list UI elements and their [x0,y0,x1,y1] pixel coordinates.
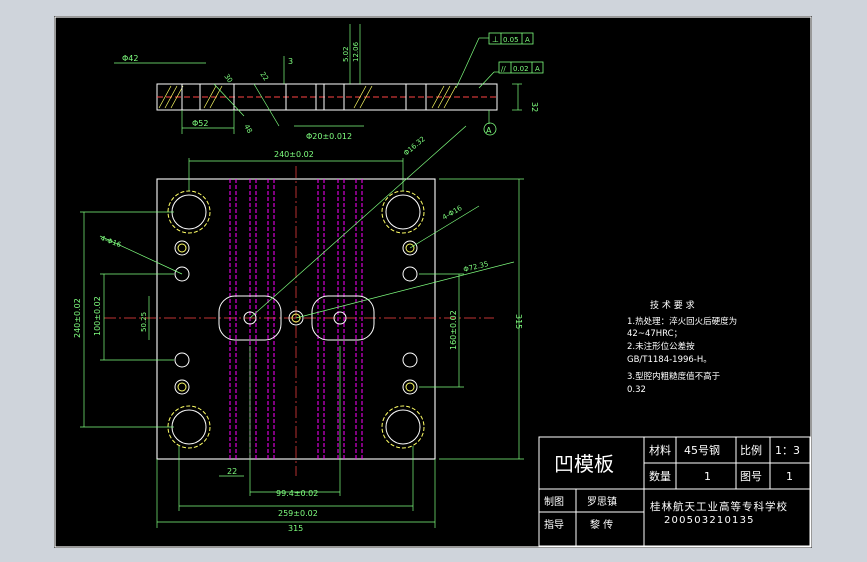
guide-label: 指导 [544,518,564,531]
tech-req-title: 技 术 要 求 [650,299,695,311]
dim-22: 22 [227,467,237,476]
svg-text:0.05: 0.05 [503,36,519,44]
dim-48: 48 [242,123,253,135]
dim-4-phi16-right: 4-Φ16 [441,204,464,222]
drawn-name: 罗思镇 [587,495,617,508]
tolerance-frame-perp: ⊥ 0.05 A [488,32,534,45]
drawing-canvas[interactable]: Φ42 Φ52 Φ20±0.012 32 3 5.02 12.06 30 48 … [54,16,812,548]
svg-text:A: A [525,36,530,44]
scale-value: 1：3 [775,444,800,457]
guide-name: 黎 传 [590,518,613,531]
dim-12-06: 12.06 [352,41,360,62]
dim-259x: 259±0.02 [278,509,318,518]
dim-4-phi16-left: 4-Φ16 [99,234,122,249]
tech-req-line: 42~47HRC； [627,329,682,339]
dim-phi52: Φ52 [192,119,208,128]
svg-text://: // [501,65,506,73]
dim-30: 30 [222,73,234,85]
dim-3: 3 [288,57,293,66]
qty-label: 数量 [649,470,671,483]
dim-315-bottom: 315 [288,524,303,533]
dim-240y: 240±0.02 [73,298,82,338]
datum-label: A [486,126,492,135]
material-value: 45号钢 [684,444,720,457]
svg-text:0.02: 0.02 [513,65,529,73]
section-dimensions [114,24,522,134]
tech-req-line: GB/T1184-1996-H。 [627,355,712,365]
plan-view [104,166,494,476]
tech-requirements: 技 术 要 求 1.热处理：淬火回火后硬度为 42~47HRC； 2.未注形位公… [627,299,737,395]
student-id: 200503210135 [664,515,755,526]
dim-phi20: Φ20±0.012 [306,132,352,141]
tech-req-line: 1.热处理：淬火回火后硬度为 [627,316,737,327]
dim-315-right: 315 [514,314,523,329]
dim-phi42: Φ42 [122,54,138,63]
scale-label: 比例 [740,443,762,457]
dim-100y: 100±0.02 [93,296,102,336]
drawing-no-label: 图号 [740,470,762,483]
drawing-no-value: 1 [786,470,793,483]
dim-240x: 240±0.02 [274,150,314,159]
tech-req-line: 0.32 [627,385,646,395]
svg-text:A: A [535,65,540,73]
school-name: 桂林航天工业高等专科学校 [650,500,788,513]
svg-text:⊥: ⊥ [492,35,499,44]
dim-160y: 160±0.02 [449,310,458,350]
dim-32: 32 [530,102,539,112]
dim-50y: 50.25 [140,312,148,332]
dim-5-02: 5.02 [342,46,350,62]
tech-req-line: 2.未注形位公差按 [627,341,695,352]
tolerance-frame-parallel: // 0.02 A [498,61,544,74]
tech-req-line: 3.型腔内粗糙度值不高于 [627,371,721,382]
dim-99x: 99.4±0.02 [276,489,318,498]
qty-value: 1 [704,470,711,483]
technical-drawing: Φ42 Φ52 Φ20±0.012 32 3 5.02 12.06 30 48 … [54,16,812,548]
part-name: 凹模板 [554,452,614,476]
dim-22b: 22 [258,71,270,83]
dim-phi16-b: Φ16.32 [402,135,427,158]
material-label: 材料 [649,443,671,457]
drawn-label: 制图 [544,495,564,508]
section-view [156,83,498,111]
